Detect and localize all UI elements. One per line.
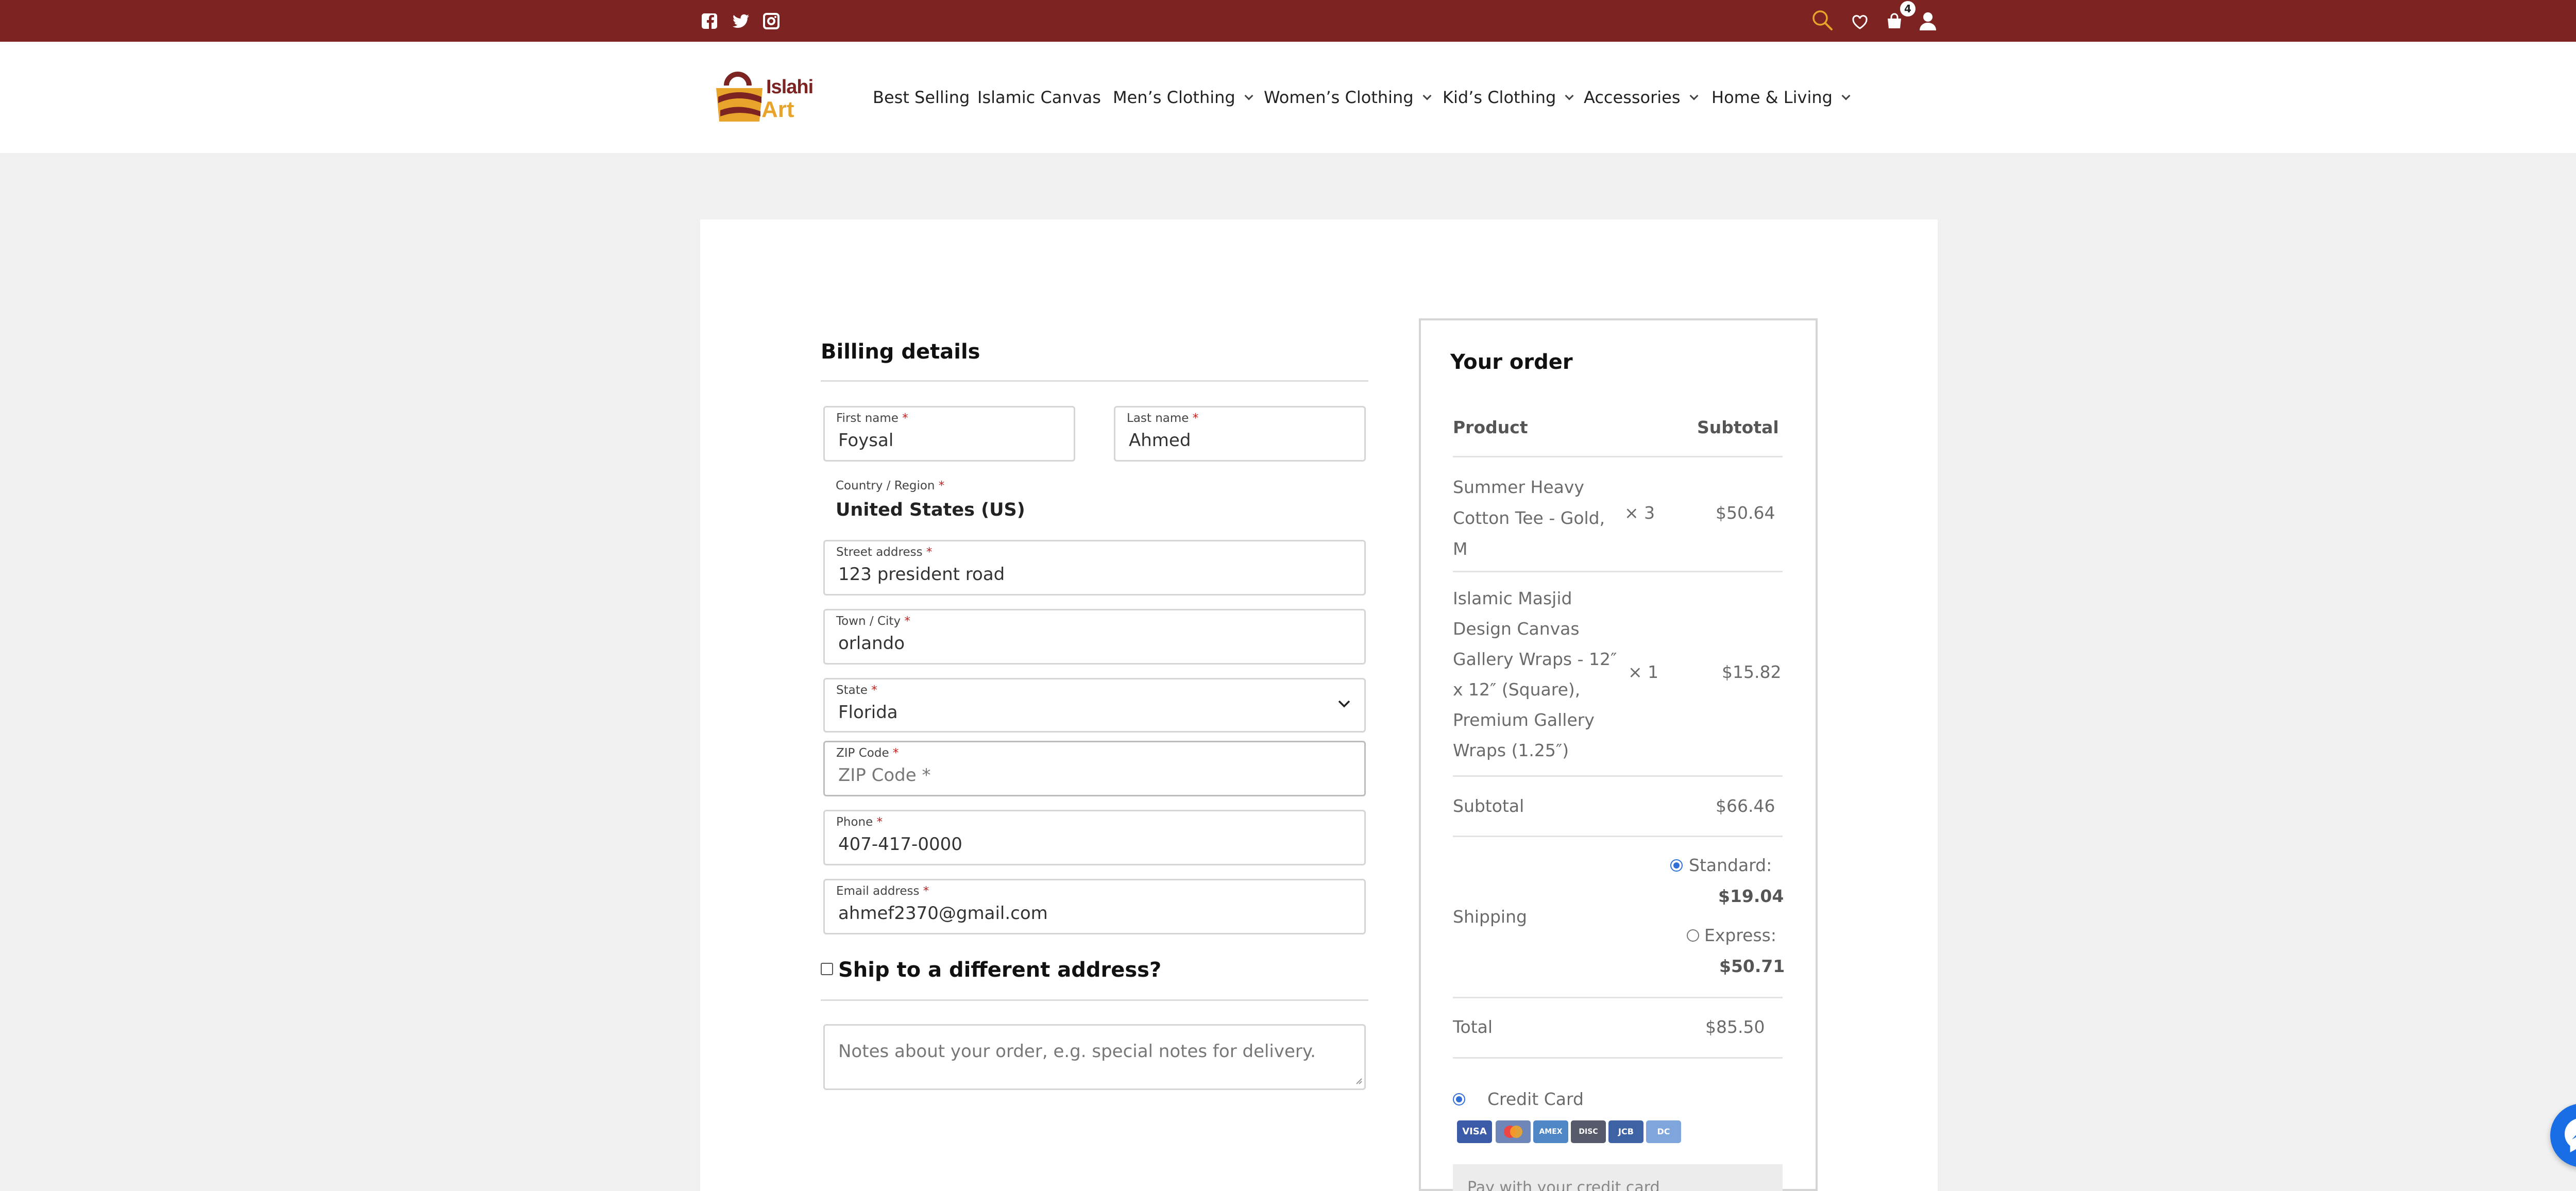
divider: [1453, 997, 1783, 998]
shipping-express-radio[interactable]: [1687, 929, 1699, 942]
state-label: State: [836, 684, 868, 697]
cart-count-badge: 4: [1900, 1, 1916, 16]
chevron-down-icon: [1565, 91, 1574, 100]
instagram-icon[interactable]: [762, 12, 780, 30]
messenger-chat-button[interactable]: [2550, 1103, 2576, 1167]
order-item-name: Summer Heavy Cotton Tee - Gold, M: [1453, 477, 1605, 559]
order-notes-textarea[interactable]: Notes about your order, e.g. special not…: [823, 1024, 1366, 1090]
shipping-label: Shipping: [1453, 907, 1527, 927]
search-icon[interactable]: [1811, 9, 1833, 33]
ship-different-checkbox[interactable]: [821, 963, 833, 975]
order-item-qty: × 1: [1628, 662, 1659, 682]
city-value: orlando: [838, 633, 905, 654]
chevron-down-icon: [1422, 91, 1432, 100]
divider: [1453, 1057, 1783, 1059]
phone-field[interactable]: Phone * 407-417-0000: [823, 810, 1366, 865]
divider: [1453, 571, 1783, 572]
heart-icon[interactable]: [1852, 14, 1868, 32]
diners-card-icon: DC: [1646, 1120, 1681, 1143]
chevron-down-icon: [1244, 91, 1253, 100]
subtotal-value: $66.46: [1716, 796, 1775, 816]
shipping-standard-price: $19.04: [1718, 886, 1784, 906]
shipping-standard-radio[interactable]: [1670, 859, 1683, 872]
nav-home-living[interactable]: Home & Living: [1711, 88, 1851, 107]
credit-card-info-text: Pay with your credit card: [1467, 1179, 1660, 1191]
logo-text-art: Art: [761, 97, 794, 122]
city-field[interactable]: Town / City * orlando: [823, 609, 1366, 665]
col-product-header: Product: [1453, 417, 1528, 437]
cart-icon[interactable]: [1886, 12, 1903, 32]
order-item-price: $50.64: [1716, 503, 1775, 523]
amex-card-icon: AMEX: [1533, 1120, 1568, 1143]
street-value: 123 president road: [838, 564, 1005, 585]
logo-text-islahi: Islahi: [766, 76, 814, 98]
order-item-name: Islamic Masjid Design Canvas Gallery Wra…: [1453, 588, 1617, 760]
ship-different-label: Ship to a different address?: [838, 958, 1162, 982]
discover-card-icon: DISC: [1571, 1120, 1606, 1143]
nav-islamic-canvas[interactable]: Islamic Canvas: [977, 88, 1101, 107]
email-value: ahmef2370@gmail.com: [838, 903, 1048, 924]
col-subtotal-header: Subtotal: [1697, 417, 1779, 437]
divider: [821, 999, 1368, 1001]
chevron-down-icon: [1689, 91, 1699, 100]
email-label: Email address: [836, 884, 920, 898]
zip-code-field[interactable]: ZIP Code * ZIP Code *: [823, 741, 1366, 796]
twitter-icon[interactable]: [732, 12, 749, 30]
jcb-card-icon: JCB: [1608, 1120, 1643, 1143]
phone-label: Phone: [836, 815, 873, 829]
shipping-express-price: $50.71: [1719, 956, 1785, 976]
order-item-price: $15.82: [1722, 662, 1782, 682]
mastercard-card-icon: [1496, 1120, 1531, 1143]
total-label: Total: [1453, 1017, 1493, 1037]
billing-title: Billing details: [821, 340, 980, 364]
phone-value: 407-417-0000: [838, 834, 962, 855]
divider: [1453, 836, 1783, 837]
facebook-icon[interactable]: [701, 12, 718, 30]
credit-card-label: Credit Card: [1487, 1089, 1584, 1109]
last-name-label: Last name: [1127, 412, 1189, 425]
divider: [1453, 775, 1783, 777]
nav-best-selling[interactable]: Best Selling: [873, 88, 970, 107]
last-name-field[interactable]: Last name * Ahmed: [1114, 406, 1366, 462]
nav-mens-clothing[interactable]: Men’s Clothing: [1113, 88, 1253, 107]
messenger-icon: [2565, 1118, 2576, 1152]
user-icon[interactable]: [1919, 11, 1937, 33]
zip-placeholder: ZIP Code *: [838, 765, 931, 786]
order-item-qty: × 3: [1624, 503, 1655, 523]
state-value: Florida: [838, 702, 898, 723]
chevron-down-icon: [1841, 91, 1851, 100]
street-address-field[interactable]: Street address * 123 president road: [823, 540, 1366, 596]
visa-card-icon: VISA: [1457, 1120, 1492, 1143]
email-field[interactable]: Email address * ahmef2370@gmail.com: [823, 879, 1366, 934]
divider: [1453, 456, 1783, 457]
first-name-field[interactable]: First name * Foysal: [823, 406, 1075, 462]
order-notes-placeholder: Notes about your order, e.g. special not…: [838, 1041, 1316, 1062]
state-select[interactable]: State * Florida: [823, 678, 1366, 733]
nav-kids-clothing[interactable]: Kid’s Clothing: [1443, 88, 1574, 107]
divider: [821, 380, 1368, 382]
subtotal-label: Subtotal: [1453, 796, 1524, 816]
last-name-value: Ahmed: [1129, 430, 1191, 451]
first-name-label: First name: [836, 412, 899, 425]
chevron-down-icon: [1337, 699, 1351, 710]
shipping-standard-label: Standard:: [1689, 855, 1772, 875]
nav-accessories[interactable]: Accessories: [1584, 88, 1699, 107]
order-title: Your order: [1450, 350, 1573, 374]
ship-different-address[interactable]: Ship to a different address?: [821, 958, 1161, 982]
shipping-express-label: Express:: [1704, 925, 1776, 945]
nav-womens-clothing[interactable]: Women’s Clothing: [1264, 88, 1432, 107]
resize-handle-icon[interactable]: [1354, 1076, 1362, 1086]
total-value: $85.50: [1705, 1017, 1765, 1037]
country-value: United States (US): [836, 500, 1025, 520]
city-label: Town / City: [836, 615, 901, 628]
country-label: Country / Region *: [836, 479, 945, 492]
top-bar: 4: [0, 0, 2576, 42]
zip-label: ZIP Code: [836, 746, 889, 760]
street-label: Street address: [836, 546, 923, 559]
first-name-value: Foysal: [838, 430, 894, 451]
credit-card-radio[interactable]: [1453, 1093, 1465, 1105]
